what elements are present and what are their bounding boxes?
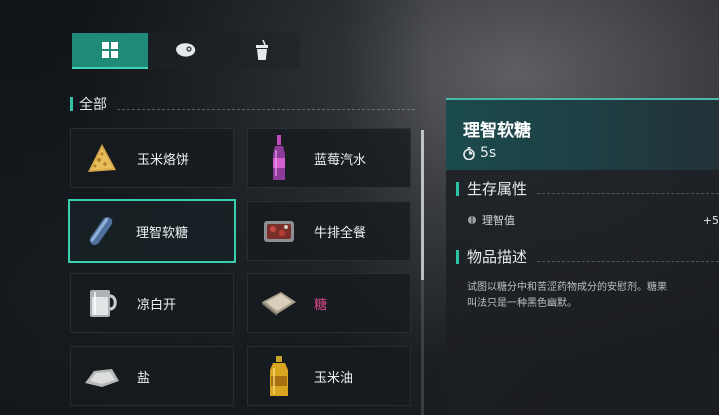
use-timer: 5s bbox=[463, 145, 496, 161]
item-thumb bbox=[75, 348, 129, 404]
item-slot-water-mug[interactable]: 凉白开 bbox=[70, 273, 234, 333]
item-name: 盐 bbox=[137, 370, 151, 386]
item-thumb bbox=[74, 203, 128, 259]
dotted-divider bbox=[537, 261, 719, 262]
category-header: 全部 bbox=[70, 95, 415, 113]
survival-heading: 生存属性 bbox=[467, 180, 528, 198]
corn-pancake-icon bbox=[88, 144, 116, 172]
accent-bar bbox=[456, 181, 459, 196]
item-thumb bbox=[252, 203, 306, 259]
item-slot-salt[interactable]: 盐 bbox=[70, 346, 234, 406]
tab-drink[interactable] bbox=[224, 33, 300, 69]
timer-value: 5s bbox=[480, 145, 497, 161]
accent-bar bbox=[70, 97, 73, 111]
item-name: 凉白开 bbox=[137, 297, 177, 313]
dotted-divider bbox=[117, 108, 415, 110]
dotted-divider bbox=[537, 193, 719, 194]
item-slot-corn-oil[interactable]: 玉米油 bbox=[247, 346, 411, 406]
item-name: 牛排全餐 bbox=[314, 225, 367, 241]
item-description: 试图以糖分中和苦涩药物成分的安慰剂。糖果 叫法只是一种黑色幽默。 bbox=[467, 280, 719, 312]
attribute-name: 理智值 bbox=[482, 214, 515, 227]
item-name: 理智软糖 bbox=[136, 225, 189, 241]
item-name: 玉米烙饼 bbox=[137, 152, 190, 168]
corn-oil-icon bbox=[270, 356, 288, 396]
item-slot-steak-meal[interactable]: 牛排全餐 bbox=[247, 201, 411, 261]
tab-all[interactable] bbox=[72, 33, 148, 69]
item-thumb bbox=[75, 275, 129, 331]
description-header: 物品描述 bbox=[456, 246, 719, 267]
attribute-row: 理智值 +5 bbox=[467, 212, 719, 228]
sanity-candy-icon bbox=[89, 216, 113, 246]
sugar-packet-icon bbox=[262, 292, 296, 316]
water-mug-icon bbox=[90, 290, 117, 317]
item-thumb bbox=[252, 130, 306, 186]
item-name: 玉米油 bbox=[314, 370, 354, 386]
stopwatch-icon bbox=[463, 146, 475, 160]
accent-bar bbox=[456, 249, 459, 264]
survival-attributes-header: 生存属性 bbox=[456, 178, 719, 199]
item-thumb bbox=[252, 348, 306, 404]
item-slot-corn-pancake[interactable]: 玉米烙饼 bbox=[70, 128, 234, 188]
grid-icon bbox=[102, 42, 118, 58]
steak-meal-icon bbox=[264, 221, 294, 242]
item-slot-blueberry-soda[interactable]: 蓝莓汽水 bbox=[247, 128, 411, 188]
item-name: 蓝莓汽水 bbox=[314, 152, 367, 168]
item-slot-sanity-candy[interactable]: 理智软糖 bbox=[68, 199, 236, 263]
item-slot-sugar[interactable]: 糖 bbox=[247, 273, 411, 333]
description-heading: 物品描述 bbox=[467, 248, 528, 266]
category-tabs bbox=[72, 33, 300, 69]
item-name: 糖 bbox=[314, 297, 328, 313]
sanity-brain-icon bbox=[468, 216, 476, 224]
drink-cup-icon bbox=[256, 39, 268, 60]
category-label: 全部 bbox=[79, 97, 107, 113]
item-thumb bbox=[252, 275, 306, 331]
scrollbar-thumb[interactable] bbox=[421, 130, 424, 280]
item-detail-panel: 理智软糖 5s 生存属性 物品描述 bbox=[446, 98, 719, 415]
item-thumb bbox=[75, 130, 129, 186]
blueberry-soda-icon bbox=[273, 135, 285, 180]
description-line: 叫法只是一种黑色幽默。 bbox=[467, 298, 577, 309]
detail-header: 理智软糖 5s bbox=[446, 98, 719, 170]
item-list-scrollbar[interactable] bbox=[421, 130, 424, 415]
salt-pile-icon bbox=[85, 369, 119, 387]
meat-icon bbox=[176, 43, 196, 57]
description-line: 试图以糖分中和苦涩药物成分的安慰剂。糖果 bbox=[467, 282, 667, 293]
detail-title: 理智软糖 bbox=[463, 121, 531, 141]
tab-food[interactable] bbox=[148, 33, 224, 69]
attribute-value: +5 bbox=[702, 213, 719, 227]
